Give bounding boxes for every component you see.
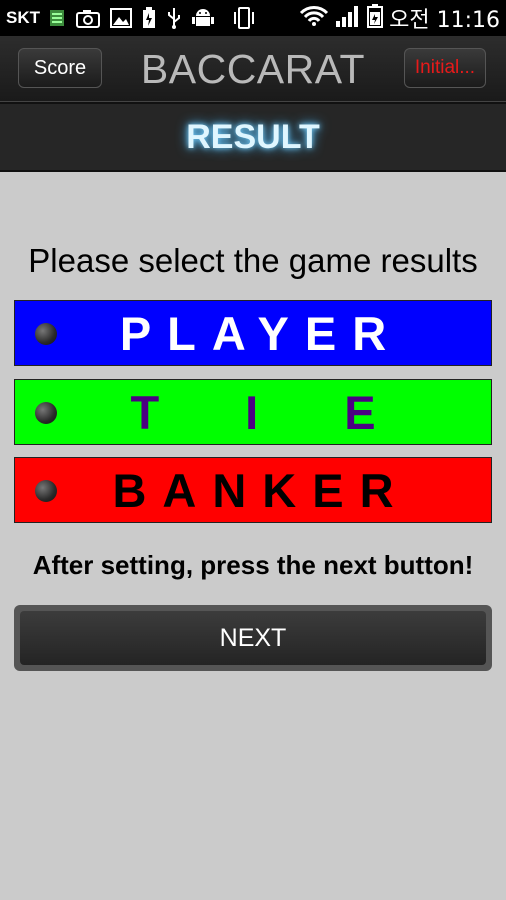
battery-save-icon <box>142 7 156 29</box>
status-bar: SKT 오전 11:16 <box>0 0 506 36</box>
camera-icon <box>76 8 100 28</box>
option-tie-label: TIE <box>130 385 462 439</box>
android-icon <box>192 7 214 29</box>
vibrate-icon <box>232 7 256 29</box>
radio-player[interactable] <box>35 323 57 345</box>
status-right: 오전 11:16 <box>299 2 500 34</box>
result-header: RESULT <box>0 102 506 172</box>
next-button-frame: NEXT <box>14 605 492 671</box>
result-title: RESULT <box>186 117 320 156</box>
next-button[interactable]: NEXT <box>20 611 486 665</box>
option-player-label: PLAYER <box>119 306 403 360</box>
carrier-label: SKT <box>6 8 40 27</box>
option-player[interactable]: PLAYER <box>14 300 492 366</box>
app-title: BACCARAT <box>140 46 366 92</box>
signal-icon <box>335 4 361 33</box>
gallery-icon <box>110 8 132 28</box>
option-banker-label: BANKER <box>112 463 410 517</box>
initial-button[interactable]: Initial... <box>404 48 486 88</box>
action-bar: Score BACCARAT Initial... <box>0 36 506 102</box>
battery-icon <box>367 3 384 33</box>
notification-icons <box>48 7 299 29</box>
option-banker[interactable]: BANKER <box>14 457 492 523</box>
radio-banker[interactable] <box>35 480 57 502</box>
option-tie[interactable]: TIE <box>14 379 492 445</box>
hint-text: After setting, press the next button! <box>32 550 474 580</box>
radio-tie[interactable] <box>35 402 57 424</box>
usb-icon <box>166 7 182 29</box>
wifi-icon <box>299 5 329 32</box>
sim-icon <box>48 8 66 28</box>
prompt-text: Please select the game results <box>28 242 478 279</box>
score-button[interactable]: Score <box>18 48 102 88</box>
clock: 오전 11:16 <box>389 8 500 33</box>
